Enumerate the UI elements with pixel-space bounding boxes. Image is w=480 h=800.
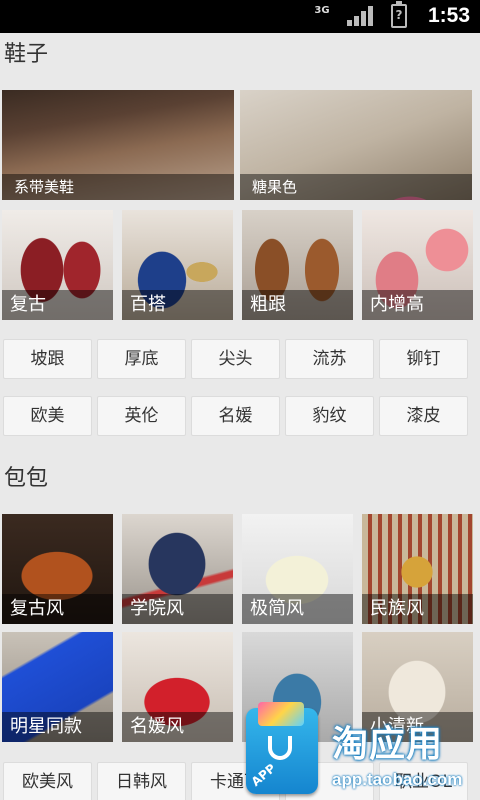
chip-pointed-toe[interactable]: 尖头 bbox=[191, 339, 280, 379]
signal-strength-icon bbox=[347, 6, 375, 26]
section-title-shoes: 鞋子 bbox=[4, 42, 49, 67]
bag-tile-label: 学院风 bbox=[122, 594, 233, 624]
bag-tile-minimalist[interactable]: 极简风 bbox=[242, 514, 353, 624]
status-time: 1:53 bbox=[427, 4, 470, 27]
taobao-app-promo-badge[interactable]: APP 淘应用 app.taobao.com bbox=[240, 700, 480, 800]
featured-tile-label: 糖果色 bbox=[240, 174, 472, 200]
bag-tile-label: 复古风 bbox=[2, 594, 113, 624]
promo-title: 淘应用 bbox=[332, 724, 444, 765]
featured-tile-lace-up[interactable]: 系带美鞋 bbox=[2, 90, 234, 200]
network-3g-icon: 3G bbox=[313, 6, 331, 16]
chip-wedge[interactable]: 坡跟 bbox=[3, 339, 92, 379]
chip-tassel[interactable]: 流苏 bbox=[285, 339, 374, 379]
shoe-tile-versatile[interactable]: 百搭 bbox=[122, 210, 233, 320]
bag-tile-label: 明星同款 bbox=[2, 712, 113, 742]
section-title-bags: 包包 bbox=[4, 466, 49, 491]
chip-euro-american[interactable]: 欧美 bbox=[3, 396, 92, 436]
battery-icon: ? bbox=[391, 1, 407, 28]
chip-japan-korea-style[interactable]: 日韩风 bbox=[97, 762, 186, 800]
app-badge-label: APP bbox=[248, 760, 279, 790]
shoe-tile-chunky-heel[interactable]: 粗跟 bbox=[242, 210, 353, 320]
bag-tile-celebrity[interactable]: 明星同款 bbox=[2, 632, 113, 742]
bag-tile-label: 极简风 bbox=[242, 594, 353, 624]
chip-leopard[interactable]: 豹纹 bbox=[285, 396, 374, 436]
featured-tile-candy-color[interactable]: 糖果色 bbox=[240, 90, 472, 200]
shoe-tile-label: 内增高 bbox=[362, 290, 473, 320]
bag-tile-socialite[interactable]: 名媛风 bbox=[122, 632, 233, 742]
chip-platform[interactable]: 厚底 bbox=[97, 339, 186, 379]
chip-euro-style[interactable]: 欧美风 bbox=[3, 762, 92, 800]
shoe-tile-label: 百搭 bbox=[122, 290, 233, 320]
featured-tile-label: 系带美鞋 bbox=[2, 174, 234, 200]
chip-rivet[interactable]: 铆钉 bbox=[379, 339, 468, 379]
shoe-tile-hidden-wedge[interactable]: 内增高 bbox=[362, 210, 473, 320]
status-bar: 3G ? 1:53 bbox=[0, 0, 480, 33]
shoe-tile-label: 粗跟 bbox=[242, 290, 353, 320]
chip-socialite[interactable]: 名媛 bbox=[191, 396, 280, 436]
battery-glyph: ? bbox=[395, 8, 403, 22]
bag-tile-retro[interactable]: 复古风 bbox=[2, 514, 113, 624]
shopping-bag-logo-icon: APP bbox=[246, 702, 318, 794]
network-label: 3G bbox=[314, 5, 330, 16]
bag-tile-label: 名媛风 bbox=[122, 712, 233, 742]
bag-tile-ethnic[interactable]: 民族风 bbox=[362, 514, 473, 624]
shoe-tile-retro[interactable]: 复古 bbox=[2, 210, 113, 320]
chip-british[interactable]: 英伦 bbox=[97, 396, 186, 436]
bag-tile-label: 民族风 bbox=[362, 594, 473, 624]
promo-url: app.taobao.com bbox=[332, 770, 463, 789]
bag-tile-preppy[interactable]: 学院风 bbox=[122, 514, 233, 624]
chip-patent-leather[interactable]: 漆皮 bbox=[379, 396, 468, 436]
shoe-tile-label: 复古 bbox=[2, 290, 113, 320]
